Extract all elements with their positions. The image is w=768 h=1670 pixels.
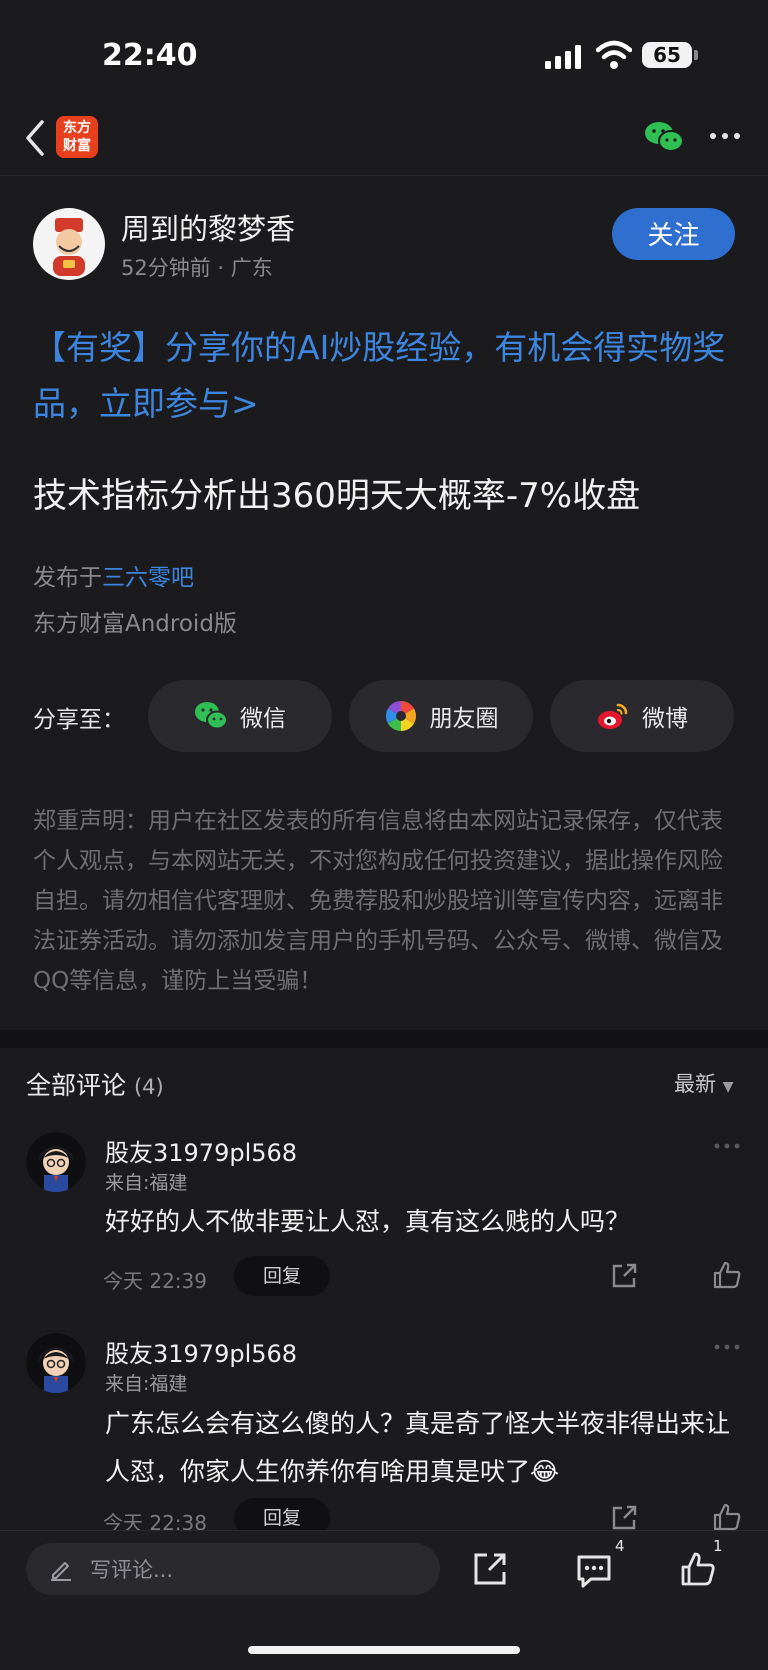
- share-icon[interactable]: [610, 1262, 638, 1290]
- client-version: 东方财富Android版: [33, 611, 237, 637]
- share-icon[interactable]: [471, 1550, 509, 1588]
- back-icon[interactable]: [22, 118, 48, 158]
- commenter-name[interactable]: 股友31979pl568: [105, 1133, 297, 1168]
- author-name[interactable]: 周到的黎梦香: [121, 206, 295, 248]
- share-wechat-label: 微信: [240, 706, 286, 732]
- comment-more-icon[interactable]: [712, 1141, 742, 1151]
- sort-label: 最新: [674, 1072, 716, 1096]
- share-moments-label: 朋友圈: [429, 706, 499, 732]
- comment-count-badge: 4: [615, 1537, 625, 1555]
- wechat-icon: [195, 702, 228, 730]
- avatar-image: [53, 218, 85, 276]
- logo-text-1: 东方: [63, 120, 91, 136]
- bar-link[interactable]: 三六零吧: [102, 565, 194, 591]
- comment-icon[interactable]: [575, 1552, 613, 1590]
- wechat-share-icon[interactable]: [644, 120, 684, 154]
- comments-count: (4): [133, 1075, 164, 1099]
- wifi-icon: [596, 40, 632, 69]
- meta-dot: ·: [217, 256, 231, 280]
- more-icon[interactable]: [708, 126, 742, 146]
- comment-text: 好好的人不做非要让人怼，真有这么贱的人吗？: [105, 1207, 631, 1236]
- published-prefix: 发布于: [33, 565, 102, 591]
- sort-dropdown[interactable]: 最新 ▼: [674, 1068, 733, 1098]
- battery-level: 65: [642, 42, 692, 68]
- commenter-location: 来自:福建: [105, 1172, 188, 1194]
- commenter-avatar[interactable]: [26, 1333, 86, 1393]
- follow-button[interactable]: 关注: [612, 208, 735, 260]
- pencil-icon: [51, 1562, 71, 1581]
- signal-icon: [545, 45, 581, 69]
- share-wechat-button[interactable]: 微信: [148, 680, 332, 752]
- comments-title: 全部评论: [26, 1071, 127, 1100]
- like-icon[interactable]: [679, 1550, 717, 1588]
- share-label: 分享至：: [33, 707, 125, 733]
- reply-button[interactable]: 回复: [234, 1256, 330, 1296]
- like-icon[interactable]: [712, 1502, 742, 1532]
- status-time: 22:40: [102, 38, 198, 73]
- battery-tip: [694, 50, 698, 60]
- share-icon[interactable]: [610, 1504, 638, 1532]
- home-indicator[interactable]: [248, 1646, 520, 1654]
- comments-header: 全部评论 (4): [26, 1066, 164, 1102]
- moments-icon: [385, 701, 416, 731]
- published-in: 发布于三六零吧: [33, 558, 194, 592]
- avatar-image: [26, 1132, 86, 1192]
- author-avatar[interactable]: [33, 208, 105, 280]
- section-separator: [0, 1030, 768, 1048]
- commenter-location: 来自:福建: [105, 1373, 188, 1395]
- disclaimer-text: 郑重声明：用户在社区发表的所有信息将由本网站记录保存，仅代表个人观点，与本网站无…: [33, 808, 723, 994]
- caret-down-icon: ▼: [722, 1079, 734, 1095]
- nav-divider: [0, 175, 768, 176]
- comment-input[interactable]: 写评论...: [26, 1543, 440, 1595]
- eastmoney-logo[interactable]: 东方 财富: [56, 116, 98, 158]
- comment-more-icon[interactable]: [712, 1342, 742, 1352]
- logo-text-2: 财富: [63, 138, 91, 154]
- promo-link[interactable]: 【有奖】分享你的AI炒股经验，有机会得实物奖品，立即参与>: [33, 320, 743, 432]
- avatar-image: [26, 1333, 86, 1393]
- comment-time: 今天 22:39: [103, 1269, 207, 1293]
- like-count-badge: 1: [713, 1537, 723, 1555]
- like-icon[interactable]: [712, 1260, 742, 1290]
- post-time: 52分钟前: [121, 256, 211, 280]
- post-meta: 52分钟前 · 广东: [121, 252, 273, 282]
- comment-placeholder: 写评论...: [90, 1558, 174, 1582]
- share-moments-button[interactable]: 朋友圈: [349, 680, 533, 752]
- post-title: 技术指标分析出360明天大概率-7%收盘: [33, 476, 641, 516]
- post-location: 广东: [230, 256, 273, 280]
- share-weibo-button[interactable]: 微博: [550, 680, 734, 752]
- weibo-icon: [598, 703, 628, 729]
- commenter-name[interactable]: 股友31979pl568: [105, 1334, 297, 1369]
- share-weibo-label: 微博: [642, 706, 688, 732]
- commenter-avatar[interactable]: [26, 1132, 86, 1192]
- comment-text: 广东怎么会有这么傻的人？真是奇了怪大半夜非得出来让人怼，你家人生你养你有啥用真是…: [105, 1409, 731, 1486]
